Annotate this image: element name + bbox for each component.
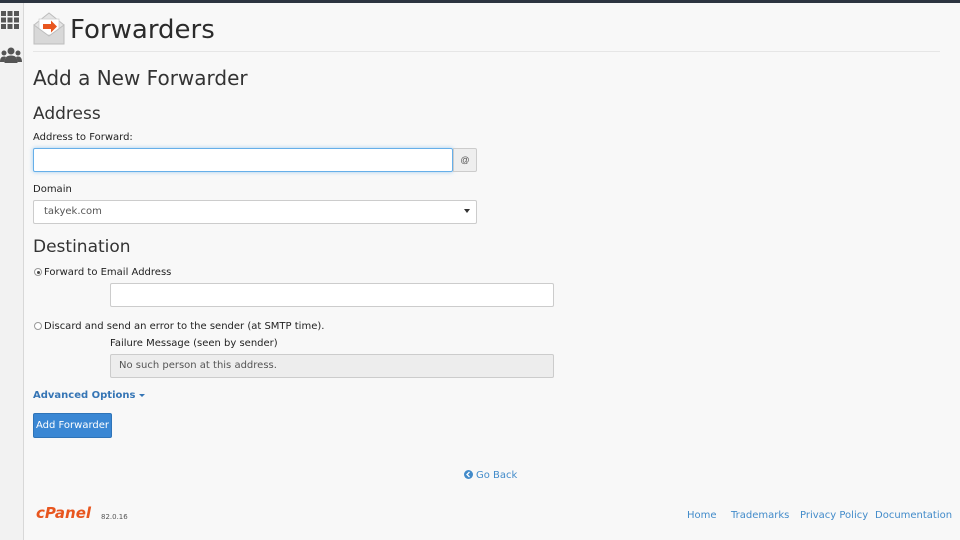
- destination-section-heading: Destination: [33, 237, 131, 257]
- footer-link-privacy[interactable]: Privacy Policy: [800, 510, 868, 521]
- footer-link-documentation[interactable]: Documentation: [875, 510, 952, 521]
- caret-down-icon: [139, 393, 146, 397]
- domain-selected-value: takyek.com: [44, 206, 102, 217]
- arrow-circle-left-icon: [464, 470, 473, 479]
- address-section-heading: Address: [33, 104, 101, 124]
- version-text: 82.0.16: [101, 513, 128, 521]
- apps-grid-icon[interactable]: [1, 11, 19, 29]
- sidebar: [0, 3, 24, 540]
- chevron-down-icon: [464, 209, 470, 213]
- page-header: Forwarders: [33, 10, 940, 52]
- footer-link-trademarks[interactable]: Trademarks: [731, 510, 789, 521]
- discard-option-label[interactable]: Discard and send an error to the sender …: [44, 321, 324, 332]
- page-title: Forwarders: [70, 15, 215, 45]
- cpanel-logo[interactable]: cPanel: [36, 504, 96, 526]
- advanced-options-toggle[interactable]: Advanced Options: [33, 390, 146, 401]
- top-strip: [0, 0, 960, 3]
- address-label: Address to Forward:: [33, 132, 133, 143]
- domain-select[interactable]: takyek.com: [33, 200, 477, 224]
- failure-message-input[interactable]: No such person at this address.: [110, 354, 554, 378]
- go-back-link[interactable]: Go Back: [464, 470, 517, 481]
- cpanel-logo-text: cPanel: [36, 505, 92, 521]
- forward-option-label[interactable]: Forward to Email Address: [44, 267, 171, 278]
- forward-radio[interactable]: [34, 268, 42, 276]
- address-input[interactable]: [33, 148, 453, 172]
- advanced-options-label: Advanced Options: [33, 390, 136, 401]
- users-icon[interactable]: [0, 47, 22, 63]
- domain-label: Domain: [33, 184, 72, 195]
- at-addon: @: [453, 148, 477, 172]
- add-forwarder-button[interactable]: Add Forwarder: [33, 413, 112, 438]
- discard-radio[interactable]: [34, 322, 42, 330]
- failure-message-label: Failure Message (seen by sender): [110, 338, 278, 349]
- go-back-label: Go Back: [476, 470, 518, 481]
- footer-link-home[interactable]: Home: [687, 510, 717, 521]
- forward-email-input[interactable]: [110, 283, 554, 307]
- forwarders-envelope-icon: [33, 12, 65, 45]
- form-heading: Add a New Forwarder: [33, 66, 248, 90]
